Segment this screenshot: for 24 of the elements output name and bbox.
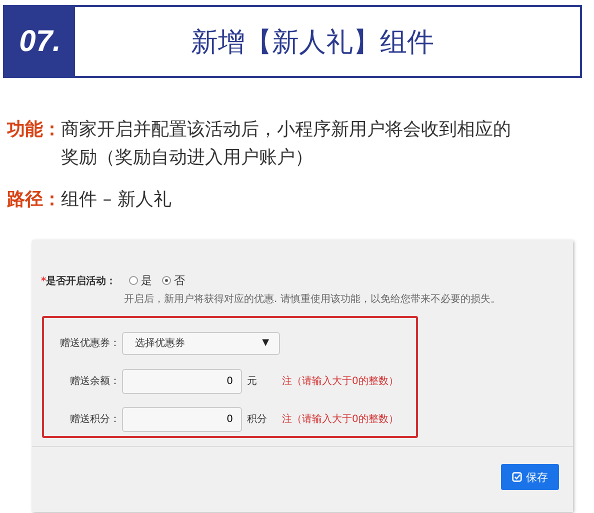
coupon-dropdown[interactable]: 选择优惠券 ▼ (122, 332, 280, 354)
field-label: 是否开启活动： (46, 276, 116, 286)
description-label: 功能： (7, 118, 61, 142)
caret-icon: ▼ (262, 338, 269, 348)
section-title: 新增【新人礼】组件 (190, 26, 435, 60)
input-field[interactable]: 0 (122, 406, 242, 432)
unit-label: 积分 (247, 413, 268, 426)
check-icon (512, 472, 522, 482)
unit-label: 元 (247, 375, 258, 388)
description-text: 组件 – 新人礼 (61, 188, 172, 212)
required-mark: * (41, 276, 46, 286)
note-text: 注（请输入大于0的整数） (282, 412, 398, 426)
field-label: 赠送积分： (69, 412, 120, 426)
save-button[interactable]: 保存 (501, 464, 559, 490)
field-label: 赠送优惠券： (59, 336, 120, 350)
hint-text: 开启后，新用户将获得对应的优惠. 请慎重使用该功能，以免给您带来不必要的损失。 (123, 292, 502, 306)
section-number: 07. (5, 7, 75, 76)
input-field[interactable]: 0 (122, 368, 242, 394)
radio-option[interactable]: 是 (129, 273, 152, 288)
radio-option[interactable]: 否 (162, 273, 185, 288)
note-text: 注（请输入大于0的整数） (282, 374, 398, 388)
description-text: 商家开启并配置该活动后，小程序新用户将会收到相应的奖励（奖励自动进入用户账户） (61, 118, 512, 170)
description-label: 路径： (7, 188, 61, 212)
field-label: 赠送余额： (69, 374, 120, 388)
